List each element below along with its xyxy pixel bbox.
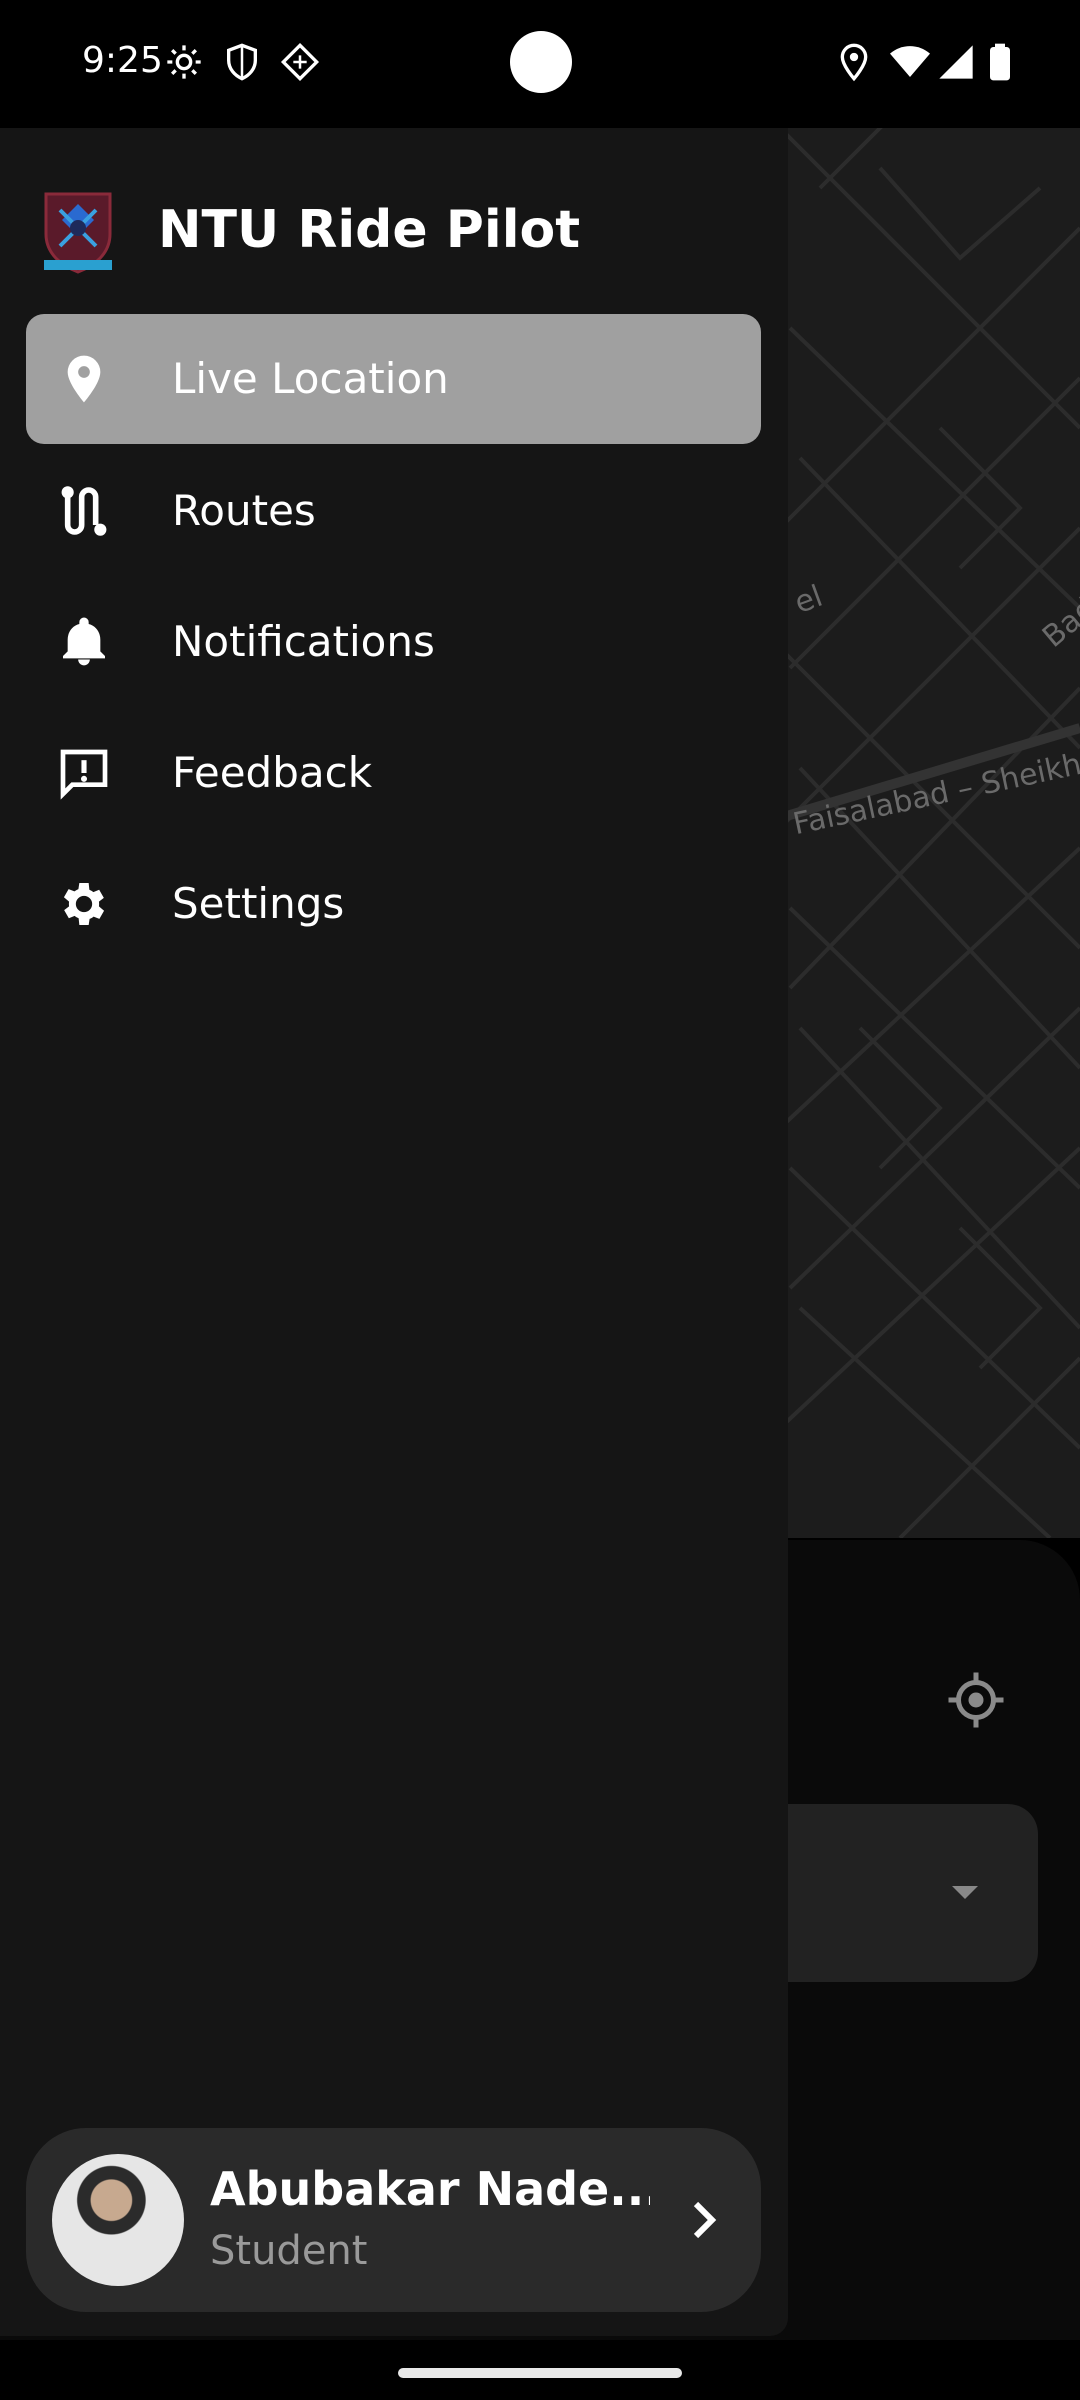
status-bar: 9:25 xyxy=(0,0,1080,128)
location-status-icon xyxy=(840,43,868,82)
nav-item-routes[interactable]: Routes xyxy=(26,446,761,576)
feedback-icon xyxy=(60,749,108,800)
chevron-right-icon xyxy=(693,2201,717,2239)
wifi-icon xyxy=(890,46,930,77)
front-camera xyxy=(510,31,572,93)
nav-item-label: Live Location xyxy=(172,354,449,403)
shield-status-icon xyxy=(227,43,257,81)
location-pin-icon xyxy=(67,355,101,403)
route-icon xyxy=(61,486,107,536)
nav-item-notifications[interactable]: Notifications xyxy=(26,577,761,707)
avatar xyxy=(52,2154,184,2286)
nav-item-settings[interactable]: Settings xyxy=(26,839,761,969)
nav-item-label: Feedback xyxy=(172,748,373,797)
settings-status-icon xyxy=(167,45,201,79)
dropdown-arrow-icon xyxy=(952,1886,978,1899)
nav-item-label: Notifications xyxy=(172,617,435,666)
my-location-icon[interactable] xyxy=(946,1670,1006,1730)
nav-item-live-location[interactable]: Live Location xyxy=(26,314,761,444)
nav-item-label: Settings xyxy=(172,879,345,928)
app-title: NTU Ride Pilot xyxy=(158,200,581,260)
gear-icon xyxy=(63,883,105,925)
profile-name: Abubakar Nade... xyxy=(210,2162,650,2216)
nav-item-label: Routes xyxy=(172,486,316,535)
nav-item-feedback[interactable]: Feedback xyxy=(26,708,761,838)
vpn-status-icon xyxy=(280,42,320,82)
status-time: 9:25 xyxy=(82,40,163,81)
ntu-logo xyxy=(44,192,112,274)
home-indicator[interactable] xyxy=(398,2368,682,2378)
battery-icon xyxy=(990,43,1010,81)
profile-role: Student xyxy=(210,2228,368,2274)
bell-icon xyxy=(63,617,105,666)
signal-icon xyxy=(939,45,973,79)
profile-card[interactable]: Abubakar Nade... Student xyxy=(26,2128,761,2312)
